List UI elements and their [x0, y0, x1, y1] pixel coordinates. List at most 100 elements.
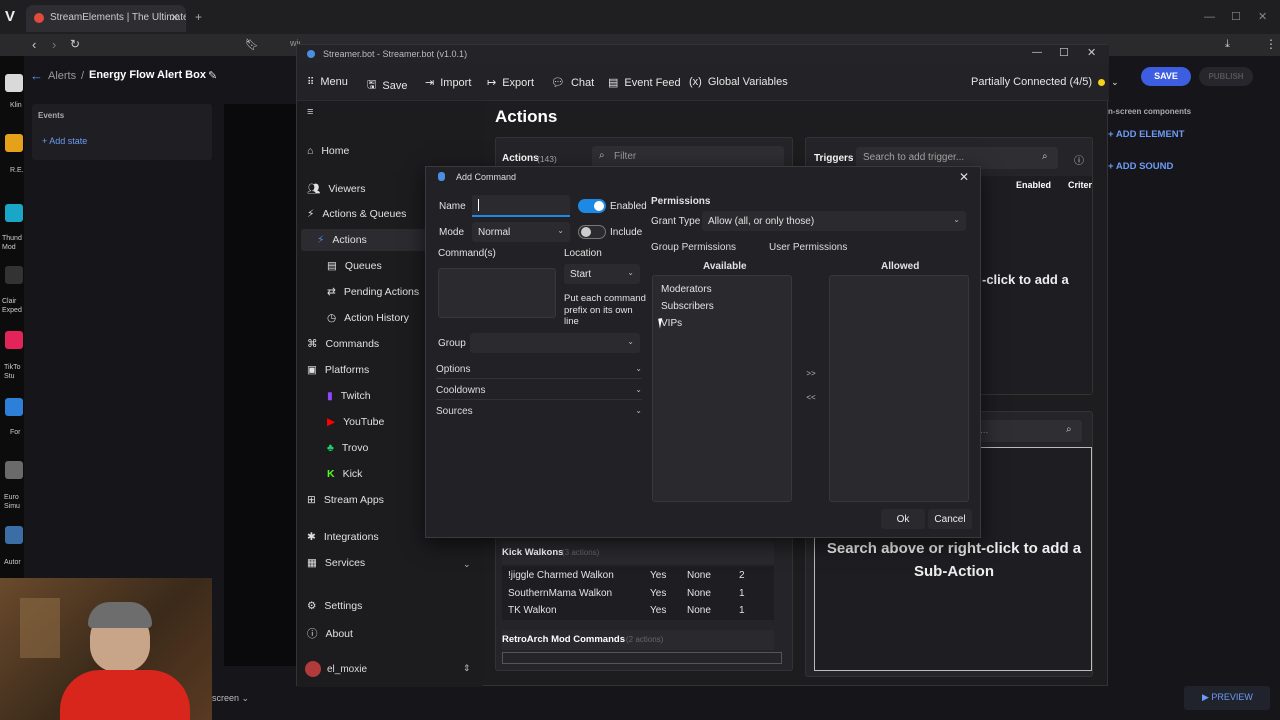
name-input[interactable]	[472, 195, 570, 217]
desktop-app-icon[interactable]	[5, 398, 23, 416]
forward-icon[interactable]: ›	[52, 37, 56, 52]
browser-menu-icon[interactable]: ⋮	[1265, 37, 1277, 51]
triggers-list[interactable]: Enabled Criter -click to add a	[974, 176, 1092, 394]
group-header[interactable]: Kick Walkons (3 actions)	[502, 542, 774, 564]
nav-services[interactable]: ▦ Services	[307, 557, 365, 569]
close-icon[interactable]: ✕	[1087, 46, 1096, 59]
save-button[interactable]: SAVE	[1141, 67, 1191, 86]
nav-twitch[interactable]: ▮ Twitch	[327, 390, 371, 402]
list-item[interactable]: Subscribers	[661, 301, 714, 312]
location-select[interactable]: Start ⌄	[564, 264, 640, 284]
add-element-button[interactable]: + ADD ELEMENT	[1108, 129, 1184, 140]
back-icon[interactable]: ‹	[32, 37, 36, 52]
nav-about[interactable]: ⓘ About	[307, 626, 353, 641]
maximize-icon[interactable]: ☐	[1231, 10, 1241, 23]
nav-viewers[interactable]: 👥︎ Viewers	[307, 182, 366, 196]
desktop-app-icon[interactable]	[5, 134, 23, 152]
nav-commands[interactable]: ⌘ Commands	[307, 338, 379, 350]
grant-type-select[interactable]: Allow (all, or only those) ⌄	[702, 211, 966, 231]
remove-from-allowed-button[interactable]: <<	[798, 389, 824, 407]
global-variables-button[interactable]: (x) Global Variables	[689, 76, 788, 88]
tab-user-permissions[interactable]: User Permissions	[769, 242, 847, 253]
info-icon[interactable]: ⓘ	[1074, 152, 1084, 167]
nav-trovo[interactable]: ♣ Trovo	[327, 442, 368, 454]
nav-action-history[interactable]: ◷ Action History	[327, 312, 409, 324]
filter-input[interactable]: ⌕ Filter	[592, 146, 784, 168]
bookmark-icon[interactable]: 🔖︎	[245, 38, 259, 51]
close-window-icon[interactable]: ✕	[1258, 10, 1267, 23]
nav-pending-actions[interactable]: ⇄ Pending Actions	[327, 286, 419, 298]
download-icon[interactable]: ⤓	[1225, 38, 1230, 51]
hamburger-icon[interactable]: ≡	[307, 106, 313, 118]
minimize-icon[interactable]: —	[1032, 47, 1042, 58]
nav-integrations[interactable]: ✱ Integrations	[307, 531, 379, 543]
user-name[interactable]: el_moxie	[327, 664, 367, 675]
export-button[interactable]: ↦ Export	[487, 76, 534, 90]
preview-button[interactable]: ▶ PREVIEW	[1184, 686, 1270, 710]
nav-queues[interactable]: ▤ Queues	[327, 260, 382, 272]
event-feed-button[interactable]: ▤ Event Feed	[608, 76, 681, 90]
nav-kick[interactable]: K Kick	[327, 468, 362, 480]
avatar	[305, 661, 321, 677]
enabled-toggle[interactable]	[578, 199, 606, 213]
commands-textarea[interactable]	[438, 268, 556, 318]
browser-tab[interactable]: StreamElements | The Ultimate S	[26, 5, 186, 32]
horizontal-scrollbar[interactable]	[502, 652, 782, 664]
desktop-app-icon[interactable]	[5, 461, 23, 479]
subaction-search-input[interactable]: ... ⌕	[976, 420, 1082, 442]
nav-platforms[interactable]: ▣ Platforms	[307, 364, 369, 376]
row-triggers: 1	[739, 605, 745, 616]
reload-icon[interactable]: ↻	[70, 37, 80, 51]
list-item[interactable]: Moderators	[661, 284, 712, 295]
include-toggle[interactable]	[578, 225, 606, 239]
nav-actions-queues[interactable]: ⚡︎ Actions & Queues	[307, 208, 406, 220]
cancel-button[interactable]: Cancel	[928, 509, 972, 529]
available-list[interactable]: Moderators Subscribers VIPs	[652, 275, 792, 502]
import-button[interactable]: ⇥ Import	[425, 76, 471, 90]
add-state-button[interactable]: + Add state	[42, 136, 87, 146]
table-row[interactable]: TK Walkon Yes None 1	[502, 602, 774, 620]
nav-stream-apps[interactable]: ⊞ Stream Apps	[307, 494, 384, 506]
edit-pencil-icon[interactable]: ✎	[208, 69, 217, 82]
chat-button[interactable]: 💬︎ Chat	[551, 76, 594, 90]
table-row[interactable]: SouthernMama Walkon Yes None 1	[502, 584, 774, 602]
chevron-down-icon[interactable]: ⌄	[463, 559, 471, 570]
nav-settings[interactable]: ⚙︎ Settings	[307, 600, 362, 612]
add-to-allowed-button[interactable]: >>	[798, 365, 824, 383]
publish-button[interactable]: PUBLISH	[1199, 67, 1253, 86]
connection-status[interactable]: Partially Connected (4/5) ⌄	[971, 76, 1119, 88]
nav-youtube[interactable]: ▶ YouTube	[327, 416, 384, 428]
group-header[interactable]: RetroArch Mod Commands (2 actions)	[502, 630, 774, 650]
chevron-down-icon: ⌄	[635, 364, 642, 373]
close-tab-icon[interactable]: ✕	[170, 11, 179, 24]
nav-actions[interactable]: ⚡︎ Actions	[317, 234, 367, 246]
group-select[interactable]: ⌄	[470, 333, 640, 353]
new-tab-icon[interactable]: +	[195, 10, 202, 24]
back-arrow-icon[interactable]: ←	[30, 68, 43, 83]
menu-button[interactable]: ⠿ Menu	[307, 76, 348, 88]
sources-expander[interactable]: Sources ⌄	[436, 403, 642, 421]
minimize-icon[interactable]: —	[1204, 11, 1215, 23]
desktop-app-icon[interactable]	[5, 331, 23, 349]
desktop-app-icon[interactable]	[5, 526, 23, 544]
expand-icon[interactable]: ⇕	[463, 663, 471, 674]
maximize-icon[interactable]: ☐	[1059, 46, 1069, 59]
nav-label: Action History	[344, 312, 409, 324]
page-title: Energy Flow Alert Box	[89, 69, 206, 81]
desktop-app-icon[interactable]	[5, 204, 23, 222]
allowed-list[interactable]	[829, 275, 969, 502]
nav-home[interactable]: ⌂ Home	[307, 145, 349, 157]
close-icon[interactable]: ✕	[959, 170, 969, 184]
desktop-app-icon[interactable]	[5, 266, 23, 284]
screen-select[interactable]: screen ⌄	[212, 693, 249, 704]
desktop-app-icon[interactable]	[5, 74, 23, 92]
add-sound-button[interactable]: + ADD SOUND	[1108, 161, 1173, 172]
mode-select[interactable]: Normal ⌄	[472, 222, 570, 242]
table-row[interactable]: !jiggle Charmed Walkon Yes None 2	[502, 566, 774, 584]
tab-group-permissions[interactable]: Group Permissions	[651, 242, 736, 253]
options-expander[interactable]: Options ⌄	[436, 361, 642, 379]
breadcrumb-root[interactable]: Alerts	[48, 70, 76, 82]
ok-button[interactable]: Ok	[881, 509, 925, 529]
save-button[interactable]: 🖫︎ Save	[367, 76, 407, 95]
cooldowns-expander[interactable]: Cooldowns ⌄	[436, 382, 642, 400]
